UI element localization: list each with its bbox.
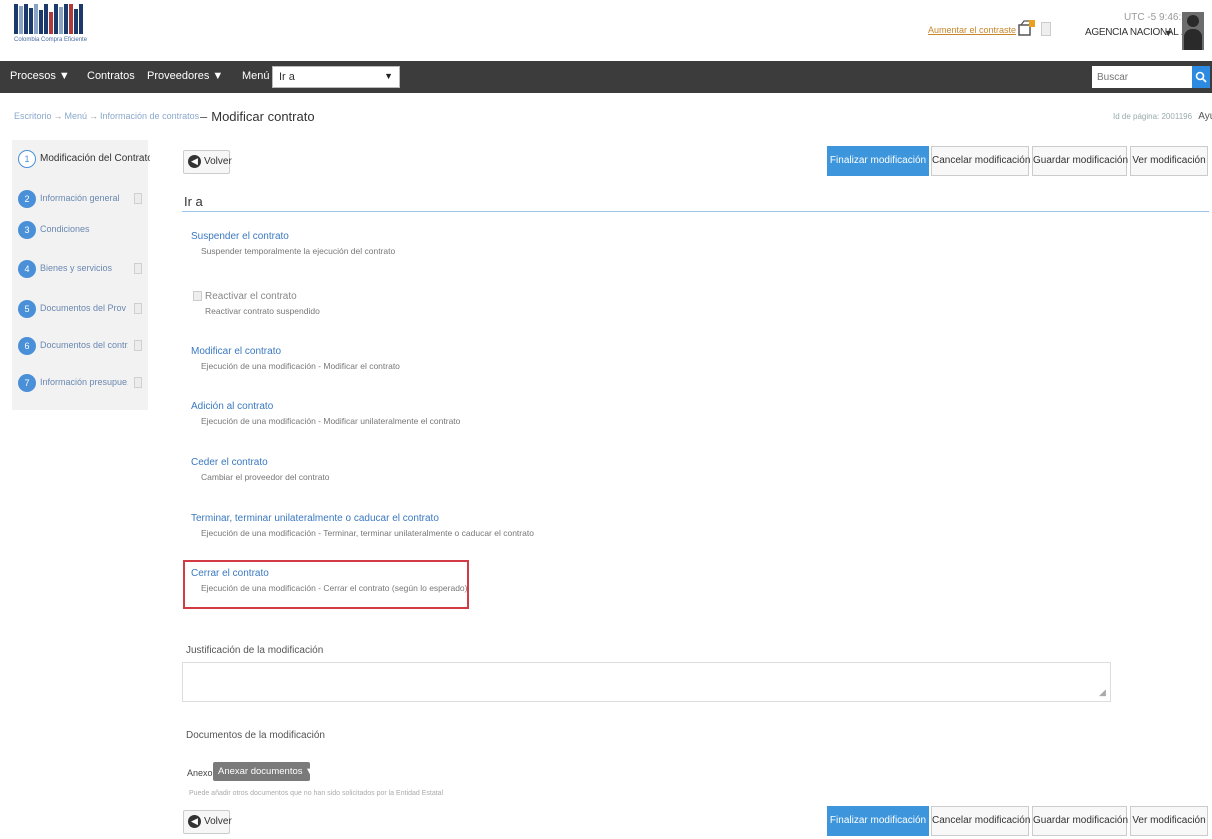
avatar[interactable] <box>1182 12 1204 50</box>
save-button[interactable]: Guardar modificación <box>1032 146 1128 176</box>
option-title[interactable]: Adición al contrato <box>191 401 460 412</box>
back-button-bottom[interactable]: ◀ Volver <box>183 810 232 834</box>
logo-bars <box>14 4 96 34</box>
document-icon <box>134 340 142 351</box>
option-title[interactable]: Ceder el contrato <box>191 457 330 468</box>
search-icon <box>1195 71 1207 83</box>
wizard-sidebar: 1 Modificación del Contrato 2 Informació… <box>12 140 150 410</box>
option-title[interactable]: Suspender el contrato <box>191 231 395 242</box>
step-label: Documentos del Prov <box>40 303 127 313</box>
sidebar-step-2[interactable]: 2 Información general <box>16 190 146 210</box>
step-number: 4 <box>18 260 36 278</box>
sidebar-step-5[interactable]: 5 Documentos del Prov <box>16 300 146 320</box>
document-icon <box>134 193 142 204</box>
document-icon <box>134 263 142 274</box>
cancel-button-bottom[interactable]: Cancelar modificación <box>931 806 1030 836</box>
save-button-bottom[interactable]: Guardar modificación <box>1032 806 1128 836</box>
back-button[interactable]: ◀ Volver <box>183 150 232 174</box>
resize-handle-icon[interactable]: ◢ <box>1099 687 1106 698</box>
anexo-label: Anexo <box>187 768 213 778</box>
view-button-bottom[interactable]: Ver modificación <box>1130 806 1208 836</box>
main-navbar: Procesos ▼ Contratos Proveedores ▼ Menú … <box>0 61 1212 93</box>
option-assign[interactable]: Ceder el contrato Cambiar el proveedor d… <box>191 457 330 482</box>
sidebar-step-7[interactable]: 7 Información presupue... <box>16 374 146 394</box>
page-title-text: Modificar contrato <box>211 109 315 124</box>
step-number: 1 <box>18 150 36 168</box>
search-input[interactable] <box>1092 66 1192 88</box>
document-icon <box>134 377 142 388</box>
search-button[interactable] <box>1192 66 1210 88</box>
document-icon[interactable] <box>1041 22 1051 36</box>
sidebar-step-6[interactable]: 6 Documentos del contr... <box>16 337 146 357</box>
back-button-label: Volver <box>204 816 232 827</box>
breadcrumb-item[interactable]: Escritorio <box>14 111 52 121</box>
nav-contratos[interactable]: Contratos <box>87 70 135 82</box>
goto-select[interactable]: Ir a ▼ <box>272 66 400 88</box>
breadcrumb-item[interactable]: Menú <box>65 111 88 121</box>
nav-procesos[interactable]: Procesos ▼ <box>10 70 70 82</box>
option-desc: Ejecución de una modificación - Modifica… <box>201 361 400 371</box>
option-reactivate: Reactivar el contrato Reactivar contrato… <box>191 291 320 316</box>
step-label: Bienes y servicios <box>40 263 113 273</box>
chevron-down-icon: ▼ <box>384 71 393 81</box>
step-number: 6 <box>18 337 36 355</box>
step-number: 7 <box>18 374 36 392</box>
step-number: 2 <box>18 190 36 208</box>
nav-proveedores[interactable]: Proveedores ▼ <box>147 70 223 82</box>
finalize-button-bottom[interactable]: Finalizar modificación <box>827 806 929 836</box>
page-title: – Modificar contrato <box>200 109 315 124</box>
option-modify[interactable]: Modificar el contrato Ejecución de una m… <box>191 346 400 371</box>
step-label: Condiciones <box>40 224 90 234</box>
view-button[interactable]: Ver modificación <box>1130 146 1208 176</box>
lock-icon <box>193 291 202 301</box>
step-number: 3 <box>18 221 36 239</box>
step-label: Documentos del contr... <box>40 340 128 350</box>
option-terminate[interactable]: Terminar, terminar unilateralmente o cad… <box>191 513 534 538</box>
help-area: Id de página: 2001196 Ayuda ? <box>1113 111 1212 122</box>
option-desc: Cambiar el proveedor del contrato <box>201 472 330 482</box>
divider <box>182 211 1209 212</box>
header: Colombia Compra Eficiente Aumentar el co… <box>0 0 1212 60</box>
highlight-box <box>183 560 469 609</box>
notification-icon[interactable] <box>1018 20 1036 36</box>
option-desc: Ejecución de una modificación - Modifica… <box>201 416 461 426</box>
option-title[interactable]: Modificar el contrato <box>191 346 400 357</box>
option-desc: Suspender temporalmente la ejecución del… <box>201 246 396 256</box>
page-id: Id de página: 2001196 <box>1113 112 1193 121</box>
sidebar-step-1[interactable]: 1 Modificación del Contrato <box>16 150 150 170</box>
chevron-down-icon[interactable]: ▼ <box>1164 28 1173 38</box>
option-title[interactable]: Terminar, terminar unilateralmente o cad… <box>191 513 534 524</box>
step-label: Modificación del Contrato <box>40 153 150 164</box>
option-addition[interactable]: Adición al contrato Ejecución de una mod… <box>191 401 460 426</box>
documents-note: Puede añadir otros documentos que no han… <box>189 790 444 797</box>
colombia-compra-logo[interactable]: Colombia Compra Eficiente <box>14 4 96 48</box>
step-number: 5 <box>18 300 36 318</box>
goto-section-title: Ir a <box>184 194 203 209</box>
step-label: Información general <box>40 193 120 203</box>
logo-caption: Colombia Compra Eficiente <box>14 37 88 43</box>
option-desc: Reactivar contrato suspendido <box>205 306 320 316</box>
attach-documents-button[interactable]: Anexar documentos ▼ <box>213 762 315 781</box>
help-link[interactable]: Ayuda <box>1198 111 1212 122</box>
breadcrumb: Escritorio → Menú → Información de contratos <box>14 111 200 121</box>
back-arrow-icon: ◀ <box>188 815 201 828</box>
sidebar-step-3[interactable]: 3 Condiciones <box>16 221 146 241</box>
goto-select-value: Ir a <box>279 71 295 83</box>
step-label: Información presupue... <box>40 377 128 387</box>
sidebar-step-4[interactable]: 4 Bienes y servicios <box>16 260 146 280</box>
option-desc: Ejecución de una modificación - Terminar… <box>201 528 534 538</box>
breadcrumb-item[interactable]: Información de contratos <box>100 111 199 121</box>
option-suspend[interactable]: Suspender el contrato Suspender temporal… <box>191 231 395 256</box>
finalize-button[interactable]: Finalizar modificación <box>827 146 929 176</box>
back-button-label: Volver <box>204 156 232 167</box>
documents-label: Documentos de la modificación <box>186 730 325 741</box>
back-arrow-icon: ◀ <box>188 155 201 168</box>
option-title: Reactivar el contrato <box>205 291 297 302</box>
document-icon <box>134 303 142 314</box>
contrast-link[interactable]: Aumentar el contraste <box>928 25 1016 35</box>
justification-field[interactable] <box>182 662 1111 702</box>
cancel-button[interactable]: Cancelar modificación <box>931 146 1030 176</box>
justification-label: Justificación de la modificación <box>186 645 324 656</box>
